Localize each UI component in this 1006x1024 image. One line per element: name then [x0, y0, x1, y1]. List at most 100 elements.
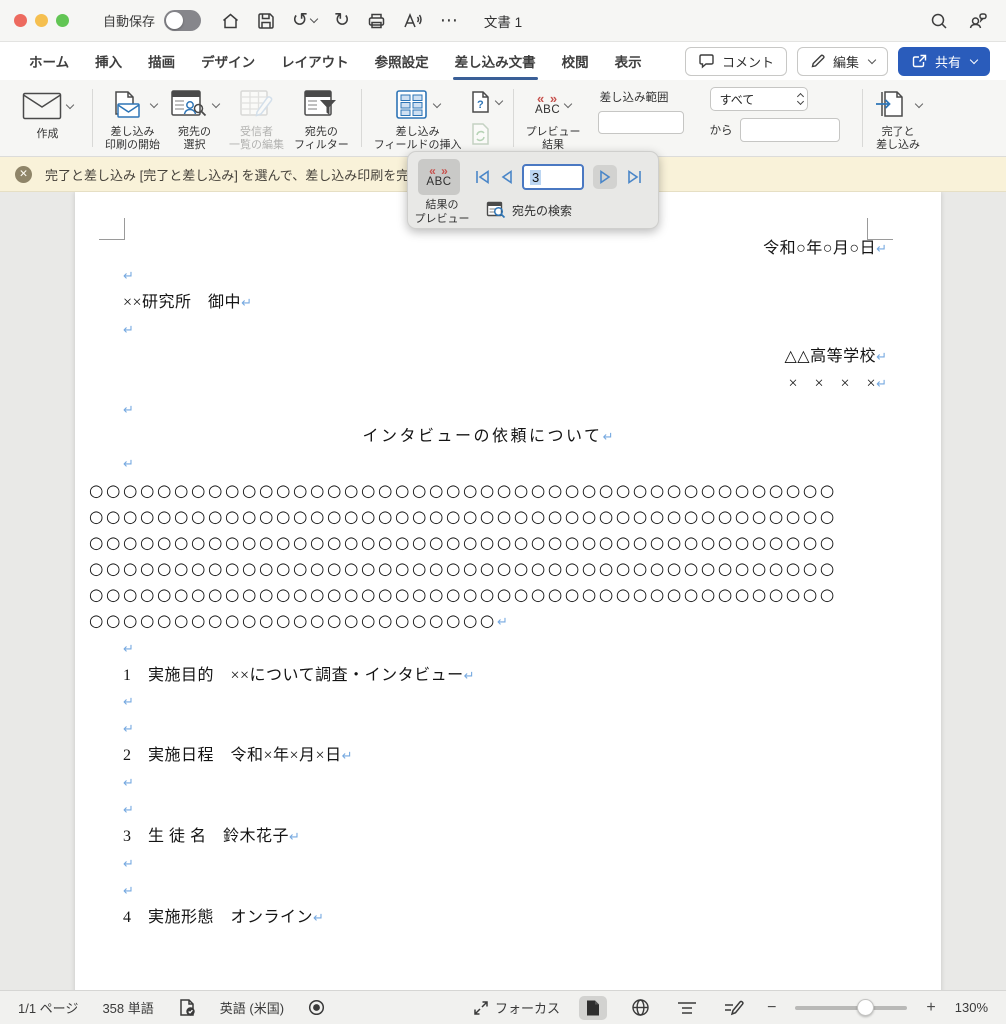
tab-review[interactable]: 校閲: [549, 42, 602, 80]
chevron-down-icon: [433, 100, 441, 108]
pilcrow-mark: ↵: [123, 642, 134, 657]
finish-merge-button[interactable]: 完了と差し込み: [870, 87, 927, 153]
document-page[interactable]: 令和○年○月○日↵ ↵ ××研究所 御中↵ ↵ △△高等学校↵ × × × ×↵…: [75, 192, 941, 990]
home-icon[interactable]: [221, 12, 240, 30]
doc-line: ↵: [89, 317, 887, 344]
document-title: 文書 1: [484, 11, 522, 31]
merge-from-input[interactable]: [740, 118, 840, 142]
proofing-status-icon[interactable]: [178, 998, 196, 1017]
pilcrow-mark: ↵: [464, 669, 475, 684]
chevron-down-icon: [212, 100, 220, 108]
message-bar-text: 完了と差し込み [完了と差し込み] を選んで、差し込み印刷を完了: [45, 165, 422, 184]
ribbon-divider: [92, 89, 93, 147]
pilcrow-mark: ↵: [123, 884, 134, 899]
update-labels-icon: [471, 122, 491, 146]
tab-insert[interactable]: 挿入: [82, 42, 135, 80]
doc-line: △△高等学校↵: [89, 344, 887, 371]
comments-button[interactable]: コメント: [685, 47, 787, 76]
last-record-icon[interactable]: [626, 169, 643, 185]
doc-body-line: ○○○○○○○○○○○○○○○○○○○○○○○○○○○○○○○○○○○○○○○○…: [89, 478, 887, 504]
macro-record-icon[interactable]: [308, 999, 325, 1016]
draft-view-button[interactable]: [720, 996, 748, 1020]
tab-design[interactable]: デザイン: [188, 42, 268, 80]
pilcrow-mark: ↵: [497, 615, 508, 630]
zoom-out-button[interactable]: −: [767, 999, 776, 1017]
next-record-icon: [599, 169, 612, 185]
create-button[interactable]: 作成: [10, 87, 85, 153]
zoom-slider-thumb[interactable]: [857, 999, 874, 1016]
search-icon[interactable]: [930, 12, 948, 30]
pilcrow-mark: ↵: [241, 296, 252, 311]
zoom-level[interactable]: 130%: [955, 1000, 988, 1015]
minimize-window-button[interactable]: [35, 14, 48, 27]
chevron-down-icon: [66, 101, 74, 109]
merge-range-input[interactable]: [598, 111, 684, 134]
doc-line: 令和○年○月○日↵: [89, 236, 887, 263]
ribbon-divider: [862, 89, 863, 147]
rules-button[interactable]: ?: [471, 89, 502, 115]
print-layout-icon: [585, 999, 601, 1017]
pilcrow-mark: ↵: [876, 350, 887, 365]
filter-recipients-button[interactable]: 宛先のフィルター: [289, 87, 354, 153]
first-record-icon[interactable]: [474, 169, 491, 185]
doc-line: ↵: [89, 878, 887, 905]
autosave-toggle[interactable]: [164, 10, 201, 31]
zoom-in-button[interactable]: +: [926, 999, 935, 1017]
results-preview-toggle[interactable]: « » ABC: [418, 159, 460, 195]
zoom-slider[interactable]: [795, 1006, 907, 1010]
tab-layout[interactable]: レイアウト: [268, 42, 362, 80]
preview-results-button[interactable]: « » ABC プレビュー結果: [521, 87, 586, 153]
previous-record-icon[interactable]: [500, 169, 513, 185]
web-layout-view-button[interactable]: [626, 996, 654, 1020]
pilcrow-mark: ↵: [876, 377, 887, 392]
close-window-button[interactable]: [14, 14, 27, 27]
next-record-button[interactable]: [593, 165, 617, 189]
ribbon-divider: [513, 89, 514, 147]
tab-home[interactable]: ホーム: [16, 42, 82, 80]
focus-button[interactable]: フォーカス: [473, 998, 560, 1017]
doc-line: ↵: [89, 636, 887, 663]
print-layout-view-button[interactable]: [579, 996, 607, 1020]
tab-references[interactable]: 参照設定: [362, 42, 442, 80]
share-icon: [911, 53, 928, 69]
autosave-label: 自動保存: [103, 11, 155, 30]
pilcrow-mark: ↵: [313, 911, 324, 926]
select-recipients-button[interactable]: 宛先の選択: [165, 87, 224, 153]
record-number-input[interactable]: 3: [522, 164, 584, 190]
redo-icon[interactable]: ↻: [334, 9, 350, 32]
share-button[interactable]: 共有: [898, 47, 990, 76]
close-message-icon[interactable]: ✕: [15, 166, 32, 183]
word-count[interactable]: 358 単語: [102, 998, 153, 1017]
preview-results-palette: « » ABC 3 結果のプレビュー 宛先の検索: [407, 151, 659, 229]
undo-icon[interactable]: ↺: [292, 9, 317, 32]
tab-view[interactable]: 表示: [602, 42, 655, 80]
start-mail-merge-button[interactable]: 差し込み印刷の開始: [100, 87, 165, 153]
update-labels-button: [471, 121, 502, 147]
document-area[interactable]: 令和○年○月○日↵ ↵ ××研究所 御中↵ ↵ △△高等学校↵ × × × ×↵…: [0, 192, 1006, 990]
editing-mode-button[interactable]: 編集: [797, 47, 888, 76]
presence-people-icon[interactable]: [968, 12, 988, 30]
tab-draw[interactable]: 描画: [135, 42, 188, 80]
language-status[interactable]: 英語 (米国): [220, 998, 284, 1017]
doc-title-line: インタビューの依頼について↵: [89, 424, 887, 451]
merge-range-select[interactable]: すべて: [710, 87, 808, 111]
pilcrow-mark: ↵: [342, 749, 353, 764]
status-bar: 1/1 ページ 358 単語 英語 (米国) フォーカス − + 130%: [0, 990, 1006, 1024]
tab-mailings[interactable]: 差し込み文書: [442, 42, 549, 80]
read-aloud-icon[interactable]: [403, 12, 423, 30]
comment-icon: [698, 53, 715, 69]
chevron-down-icon: [970, 56, 978, 64]
globe-icon: [631, 998, 650, 1017]
chevron-down-icon: [914, 100, 922, 108]
stepper-icon: [798, 94, 803, 104]
find-recipient-button[interactable]: 宛先の検索: [486, 201, 572, 219]
more-commands-icon[interactable]: ⋯: [440, 10, 458, 31]
page-count[interactable]: 1/1 ページ: [18, 998, 78, 1017]
zoom-window-button[interactable]: [56, 14, 69, 27]
save-icon[interactable]: [257, 12, 275, 30]
start-mail-merge-icon: [108, 88, 146, 122]
print-icon[interactable]: [367, 12, 386, 30]
outline-view-button[interactable]: [673, 996, 701, 1020]
insert-merge-field-button[interactable]: 差し込みフィールドの挿入: [369, 87, 467, 153]
undo-chevron-icon[interactable]: [310, 15, 318, 23]
